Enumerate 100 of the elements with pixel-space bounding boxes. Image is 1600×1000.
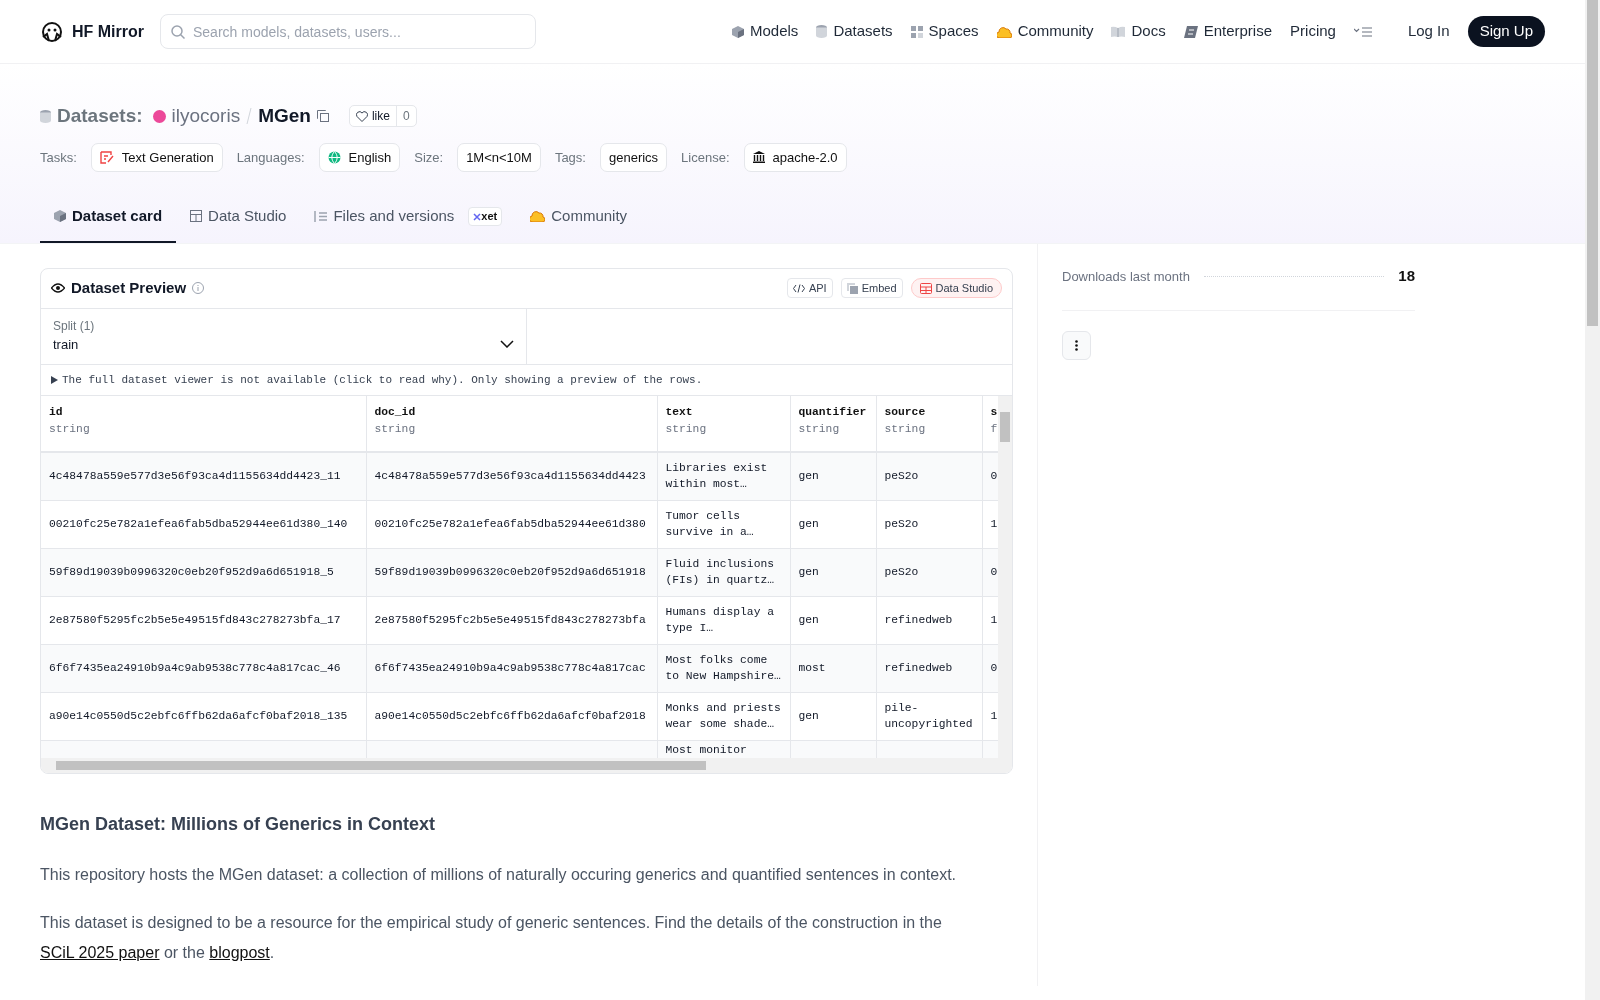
table-cell: 2e87580f5295fc2b5e5e49515fd843c278273bfa_17 (41, 596, 366, 644)
cube-icon (732, 25, 744, 38)
grid-icon (910, 25, 923, 38)
cloud-icon (996, 25, 1012, 38)
meta-label: Languages: (236, 148, 305, 167)
table-cell: 00210fc25e782a1efea6fab5dba52944ee61d380 (366, 500, 657, 548)
nav-link[interactable]: Community (996, 20, 1094, 43)
slash-icon (246, 108, 253, 125)
table-cell: Monks and priests wear some shade… (657, 692, 790, 740)
nav-link[interactable]: Spaces (910, 20, 979, 43)
table-cell: peS2o (876, 548, 982, 596)
meta-label: License: (681, 148, 730, 167)
login-link[interactable]: Log In (1407, 20, 1450, 43)
downloads-label: Downloads last month (1062, 267, 1190, 286)
nav-link[interactable]: Datasets (816, 20, 893, 43)
table-cell: 4c48478a559e577d3e56f93ca4d1155634dd4423_11 (41, 452, 366, 500)
tag-chip[interactable]: generics (599, 142, 668, 172)
preview-button[interactable]: API (786, 277, 833, 299)
logo-icon (40, 20, 64, 43)
preview-title: Dataset Preview (71, 277, 187, 298)
badge: xet (468, 207, 503, 226)
table-cell: a90e14c0550d5c2ebfc6ffb62da6afcf0baf2018 (366, 692, 657, 740)
menu-icon (1353, 26, 1372, 37)
tab[interactable]: Files and versions xet (300, 192, 517, 243)
tab[interactable]: Dataset card (40, 192, 177, 243)
eye-icon (51, 283, 65, 293)
tag-icon (1183, 25, 1198, 38)
database-icon (816, 25, 828, 38)
tab[interactable]: Data Studio (176, 192, 301, 243)
table-cell: refinedweb (876, 596, 982, 644)
nav-link[interactable]: Enterprise (1183, 20, 1273, 43)
tab[interactable]: Community (516, 192, 642, 243)
table-cell: gen (790, 500, 876, 548)
dots-icon (1075, 339, 1078, 351)
meta-label: Tasks: (40, 148, 77, 167)
book-icon (1111, 26, 1126, 37)
table-icon (190, 210, 203, 223)
table-cell: a90e14c0550d5c2ebfc6ffb62da6afcf0baf2018_135 (41, 692, 366, 740)
logo-text[interactable]: HF Mirror (72, 19, 144, 44)
blog-link[interactable]: blogpost (209, 943, 270, 961)
xet-icon (473, 213, 482, 222)
like-label: like (371, 108, 390, 126)
signup-button[interactable]: Sign Up (1467, 16, 1545, 47)
paper-link[interactable]: SCiL 2025 paper (40, 943, 160, 961)
scrollbar[interactable] (1585, 0, 1600, 1000)
chevron-icon (500, 340, 514, 349)
cloud-icon (530, 210, 546, 223)
paragraph: This dataset is designed to be a resource for the empirical study of generic sentences. Find the details of the construction in the SCiL 2025 paper or the blogpost. (40, 912, 943, 963)
table-cell: Libraries exist within most… (657, 452, 790, 500)
downloads-count: 18 (1398, 266, 1415, 287)
avatar-icon (152, 109, 166, 123)
owner-link[interactable]: ilyocoris (171, 102, 241, 131)
task-icon (99, 150, 114, 165)
nav-link[interactable]: Pricing (1290, 20, 1336, 43)
database-icon (40, 109, 51, 123)
table-cell: refinedweb (876, 644, 982, 692)
copy-icon (316, 110, 329, 123)
table-cell: 2e87580f5295fc2b5e5e49515fd843c278273bfa (366, 596, 657, 644)
table-cell: 4c48478a559e577d3e56f93ca4d1155634dd4423 (366, 452, 657, 500)
repo-type: Datasets: (57, 104, 143, 128)
info-icon (192, 282, 205, 294)
tag-chip[interactable]: English (318, 142, 401, 172)
table-cell: Tumor cells survive in a… (657, 500, 790, 548)
meta-label: Size: (414, 148, 444, 167)
table-cell: 6f6f7435ea24910b9a4c9ab9538c778c4a817cac_46 (41, 644, 366, 692)
preview-button[interactable]: Data Studio (910, 277, 1002, 299)
paragraph: This repository hosts the MGen dataset: a collection of millions of naturally occuring generics and quantified sentences in context. (40, 864, 958, 885)
table-cell: Fluid inclusions (FIs) in quartz… (657, 548, 790, 596)
split-select[interactable]: Split (1) train (41, 308, 527, 364)
table-cell: 00210fc25e782a1efea6fab5dba52944ee61d380_140 (41, 500, 366, 548)
copy-icon (846, 282, 858, 294)
scrollbar[interactable] (998, 396, 1012, 758)
nav-link[interactable]: Docs (1111, 20, 1166, 43)
table-cell: gen (790, 692, 876, 740)
table-cell: peS2o (876, 500, 982, 548)
table-cell: most (790, 644, 876, 692)
table-cell: 6f6f7435ea24910b9a4c9ab9538c778c4a817cac (366, 644, 657, 692)
tag-chip[interactable]: apache-2.0 (743, 142, 847, 172)
meta-label: Tags: (554, 148, 586, 167)
table-cell: gen (790, 548, 876, 596)
table-cell: pile-uncopyrighted (876, 692, 982, 740)
table-icon (919, 282, 932, 294)
nav-link[interactable]: Models (732, 20, 799, 43)
table-cell: peS2o (876, 452, 982, 500)
preview-button[interactable]: Embed (840, 277, 903, 299)
more-button[interactable] (1062, 330, 1091, 360)
notice-text[interactable]: The full dataset viewer is not available (click to read why). Only showing a preview of the rows. (62, 371, 703, 388)
tag-chip[interactable]: Text Generation (90, 142, 223, 172)
globe-icon (327, 150, 341, 164)
like-button[interactable]: like 0 (348, 105, 417, 128)
triangle-icon (51, 375, 58, 384)
table-cell: 59f89d19039b0996320c0eb20f952d9a6d651918_5 (41, 548, 366, 596)
scrollbar[interactable] (41, 758, 1012, 773)
table-cell: gen (790, 596, 876, 644)
table-cell: gen (790, 452, 876, 500)
repo-name: MGen (258, 104, 311, 128)
search-field[interactable]: Search models, datasets, users... (160, 14, 536, 49)
tag-chip[interactable]: 1M<n<10M (457, 142, 541, 172)
code-icon (792, 283, 805, 293)
cube-icon (54, 210, 66, 223)
